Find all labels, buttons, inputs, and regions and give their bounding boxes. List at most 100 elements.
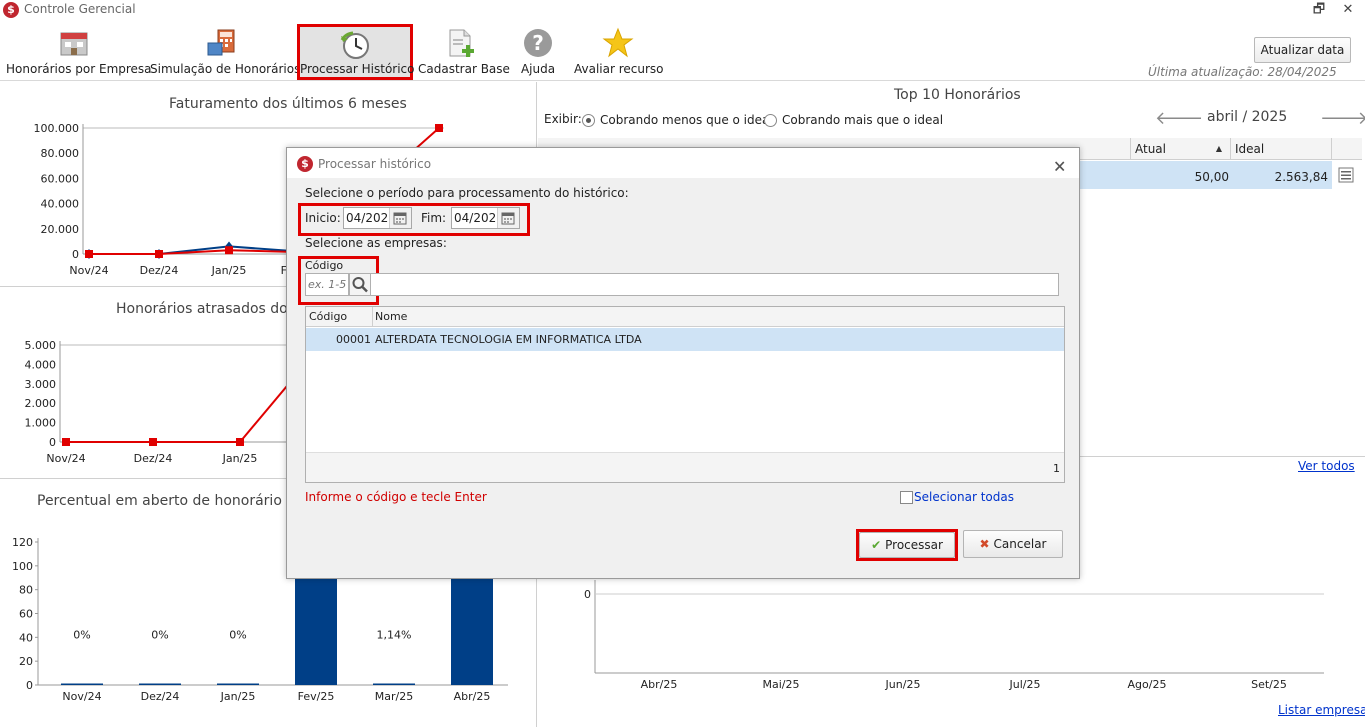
search-icon[interactable] (349, 273, 371, 296)
companies-grid-header (306, 307, 1064, 327)
col-atual-label: Atual (1135, 142, 1166, 156)
y-tick-label: 20 (19, 655, 33, 668)
calculator-icon (207, 29, 235, 56)
data-point (155, 250, 163, 258)
register-base-label: Cadastrar Base (418, 62, 510, 76)
bar (61, 683, 103, 685)
radio-charging-more[interactable] (764, 114, 777, 127)
x-tick-label: Dez/24 (140, 264, 179, 277)
rate-feature-button[interactable]: Avaliar recurso (574, 24, 664, 78)
select-all-label[interactable]: Selecionar todas (914, 490, 1014, 504)
dialog-close-icon[interactable]: 🗙 (1054, 155, 1065, 179)
code-label: Código (305, 259, 344, 272)
x-tick-label: Fev/25 (298, 690, 335, 703)
period-label: Selecione o período para processamento d… (305, 186, 629, 200)
x-tick-label: Jul/25 (1009, 678, 1041, 691)
x-tick-label: Ago/25 (1128, 678, 1167, 691)
grid-header-atual[interactable]: Atual ▲ (1131, 138, 1231, 160)
grid-col-code[interactable]: Código (306, 307, 373, 327)
list-companies-link[interactable]: Listar empresas (1278, 703, 1365, 717)
app-window: $ Controle Gerencial 🗗 ✕ Honorários por … (0, 0, 1365, 727)
select-all-checkbox[interactable] (900, 491, 913, 504)
data-label: 0% (73, 628, 90, 641)
overdue-chart-title: Honorários atrasados dos (116, 301, 296, 317)
company-count: 1 (1053, 462, 1060, 475)
data-point (85, 250, 93, 258)
sort-asc-icon: ▲ (1215, 144, 1222, 153)
end-date-input[interactable]: 04/2025 (451, 207, 520, 229)
companies-label: Selecione as empresas: (305, 236, 447, 250)
start-date-input[interactable]: 04/2025 (343, 207, 412, 229)
y-tick-label: 0 (72, 248, 79, 261)
process-history-button[interactable]: Processar Histórico (297, 24, 415, 80)
restore-window-button[interactable]: 🗗 (1310, 1, 1328, 19)
row-atual-value: 50,00 (1194, 170, 1229, 184)
end-calendar-icon[interactable] (497, 208, 519, 228)
month-label: abril / 2025 (1207, 109, 1288, 125)
y-tick-label: 0 (26, 679, 33, 692)
companies-grid: Código Nome 00001 ALTERDATA TECNOLOGIA E… (305, 306, 1065, 483)
x-tick-label: Set/25 (1251, 678, 1287, 691)
radio-charging-less[interactable] (582, 114, 595, 127)
x-tick-label: Nov/24 (46, 452, 85, 465)
grid-header-ideal[interactable]: Ideal (1231, 138, 1332, 160)
bar (451, 565, 493, 685)
open-percent-chart-title: Percentual em aberto de honorário em (37, 493, 309, 509)
see-all-link[interactable]: Ver todos (1298, 459, 1355, 473)
top10-title: Top 10 Honorários (894, 87, 1021, 103)
x-tick-label: Mar/25 (375, 690, 413, 703)
x-tick-label: Nov/24 (69, 264, 108, 277)
dialog-logo-icon: $ (297, 156, 313, 172)
series-line-continuation (239, 379, 293, 443)
next-month-arrow-icon[interactable]: 🡒 (1320, 108, 1365, 129)
process-button[interactable]: ✔ Processar (859, 532, 955, 558)
company-row[interactable]: 00001 ALTERDATA TECNOLOGIA EM INFORMATIC… (306, 328, 1064, 351)
x-tick-label: Dez/24 (141, 690, 180, 703)
bar (373, 683, 415, 685)
y-tick-label: 60.000 (41, 172, 80, 185)
main-toolbar: Honorários por Empresa Simulação de Hono… (0, 20, 1365, 81)
show-label: Exibir: (544, 112, 582, 126)
data-label: 0% (229, 628, 246, 641)
y-tick-label: 4.000 (25, 358, 57, 371)
add-document-icon (449, 29, 474, 57)
data-point (62, 438, 70, 446)
companies-grid-footer: 1 (306, 452, 1064, 482)
dialog-title-bar: $ Processar histórico 🗙 (287, 148, 1079, 178)
y-tick-label: 0 (49, 436, 56, 449)
radio-charging-more-label: Cobrando mais que o ideal (782, 113, 944, 127)
row-ideal-value: 2.563,84 (1274, 170, 1328, 184)
grid-col-name[interactable]: Nome (375, 307, 407, 327)
help-button[interactable]: ? Ajuda (514, 24, 562, 78)
row-details-icon[interactable] (1338, 167, 1354, 183)
y-tick-label: 100 (12, 560, 33, 573)
rate-feature-label: Avaliar recurso (574, 62, 664, 76)
code-input[interactable] (305, 273, 349, 296)
x-tick-label: Mai/25 (763, 678, 800, 691)
fee-simulation-button[interactable]: Simulação de Honorários (150, 24, 300, 78)
code-search-bar (305, 273, 1059, 296)
register-base-button[interactable]: Cadastrar Base (418, 24, 510, 78)
y-tick-label: 5.000 (25, 339, 57, 352)
process-history-label: Processar Histórico (300, 62, 415, 76)
company-fees-button[interactable]: Honorários por Empresa (6, 24, 152, 78)
last-update-text: Última atualização: 28/04/2025 (1148, 65, 1337, 79)
y-tick-label: 60 (19, 608, 33, 621)
prev-month-arrow-icon[interactable]: 🡐 (1155, 108, 1203, 129)
cancel-button[interactable]: ✖ Cancelar (963, 530, 1063, 558)
monthly-fees-chart: 0 Abr/25 Mai/25 Jun/25 Jul/25 Ago/25 Set/25 (584, 580, 1324, 691)
refresh-date-button[interactable]: Atualizar data (1254, 37, 1351, 63)
app-logo-icon: $ (3, 2, 19, 18)
x-tick-label: Abr/25 (641, 678, 678, 691)
y-tick-label: 120 (12, 536, 33, 549)
start-calendar-icon[interactable] (389, 208, 411, 228)
help-icon: ? (524, 29, 552, 57)
data-point (435, 124, 443, 132)
start-label: Inicio: (305, 211, 341, 225)
close-window-button[interactable]: ✕ (1339, 1, 1357, 19)
bar (217, 683, 259, 685)
x-tick-label: Jan/25 (211, 264, 247, 277)
company-name: ALTERDATA TECNOLOGIA EM INFORMATICA LTDA (375, 333, 642, 346)
data-point (225, 246, 233, 255)
x-tick-label: Jun/25 (885, 678, 921, 691)
